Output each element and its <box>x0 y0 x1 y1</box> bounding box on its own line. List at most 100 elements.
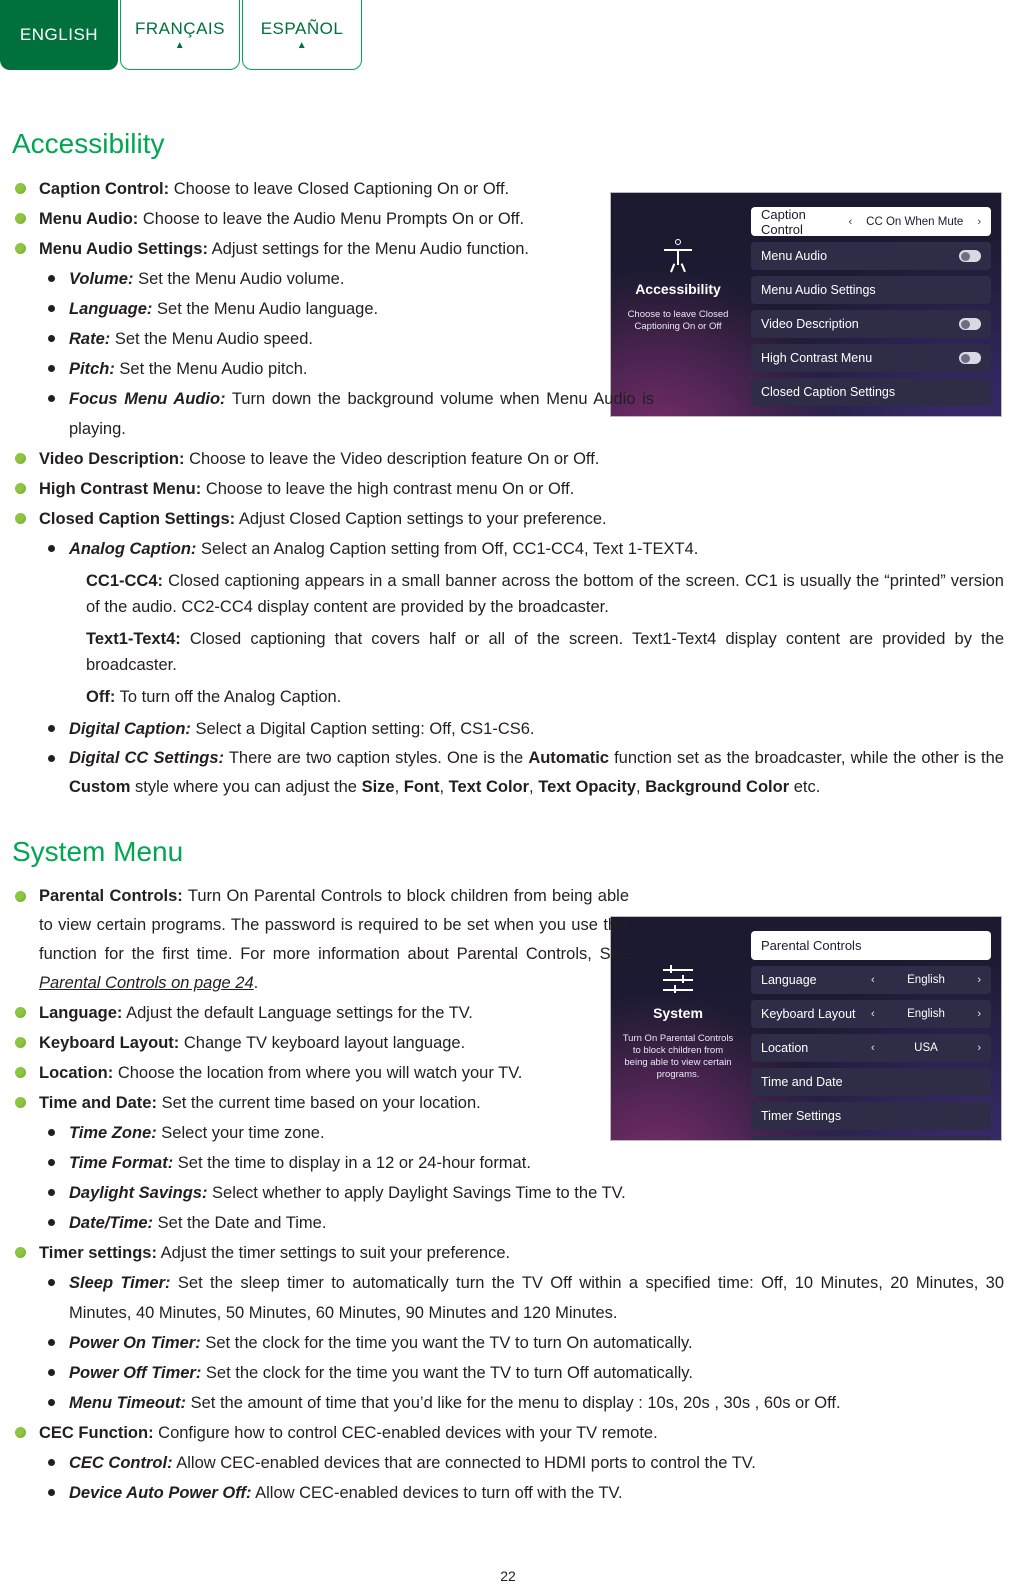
list-item-label: Parental Controls: <box>39 887 183 905</box>
list-item-label: Power On Timer: <box>69 1334 201 1352</box>
bullet-icon <box>48 1279 55 1286</box>
list-item-text: Set the Menu Audio language. <box>152 300 379 318</box>
list-item-label: Time and Date: <box>39 1094 157 1112</box>
list-item-label: Time Zone: <box>69 1124 157 1142</box>
list-item-text: Change TV keyboard layout language. <box>179 1034 466 1052</box>
list-item-text: Adjust settings for the Menu Audio funct… <box>207 240 530 258</box>
list-item-text: Set the Date and Time. <box>153 1214 327 1232</box>
bullet-icon <box>15 1037 26 1048</box>
bullet-icon <box>48 275 55 282</box>
list-item-text: Set the clock for the time you want the … <box>201 1364 693 1382</box>
digital-cc-text-end: etc. <box>789 778 821 796</box>
list-item-time-zone: Time Zone: Select your time zone. <box>12 1118 1004 1148</box>
bullet-icon <box>48 1459 55 1466</box>
chevron-up-icon: ▲ <box>296 40 308 51</box>
list-item-sleep-timer: Sleep Timer: Set the sleep timer to auto… <box>12 1268 1004 1328</box>
list-item-text: Choose to leave Closed Captioning On or … <box>169 180 510 198</box>
definition-text1-text4: Text1-Text4: Closed captioning that cove… <box>12 626 1004 678</box>
list-item-label: CEC Control: <box>69 1454 173 1472</box>
definition-label: Off: <box>86 688 116 706</box>
list-item-high-contrast-menu: High Contrast Menu: Choose to leave the … <box>12 474 1004 504</box>
bullet-icon <box>48 725 55 732</box>
list-item-text: Set the amount of time that you’d like f… <box>186 1394 841 1412</box>
list-item-label: Location: <box>39 1064 114 1082</box>
list-item-text: Adjust Closed Caption settings to your p… <box>235 510 607 528</box>
list-item-time-format: Time Format: Set the time to display in … <box>12 1148 1004 1178</box>
list-item-text: Set the time to display in a 12 or 24-ho… <box>173 1154 531 1172</box>
list-item-text: Select your time zone. <box>156 1124 325 1142</box>
bullet-icon <box>48 1399 55 1406</box>
definition-text: Closed captioning appears in a small ban… <box>86 572 1004 616</box>
list-item-text: Choose to leave the Audio Menu Prompts O… <box>138 210 525 228</box>
list-item-video-description: Video Description: Choose to leave the V… <box>12 444 1004 474</box>
list-item-text: Set the Menu Audio pitch. <box>114 360 308 378</box>
emphasis-text-color: Text Color <box>448 778 530 796</box>
list-item-label: Sleep Timer: <box>69 1274 171 1292</box>
list-item-digital-cc-settings: Digital CC Settings: There are two capti… <box>12 744 1004 802</box>
list-item-text: There are two caption styles. One is the <box>224 749 529 767</box>
page-number: 22 <box>500 1568 516 1584</box>
language-tab-francais-label: FRANÇAIS <box>135 19 225 38</box>
list-item-text: Set the sleep timer to automatically tur… <box>69 1274 1005 1322</box>
list-item-label: CEC Function: <box>39 1424 154 1442</box>
list-item-focus-menu-audio: Focus Menu Audio: Turn down the backgrou… <box>12 384 654 444</box>
digital-cc-sep-3: , <box>529 778 539 796</box>
list-item-text: Select whether to apply Daylight Savings… <box>207 1184 626 1202</box>
bullet-icon <box>48 545 55 552</box>
list-item-label: Menu Timeout: <box>69 1394 187 1412</box>
digital-cc-sep-1: , <box>394 778 404 796</box>
list-item-label: Time Format: <box>69 1154 174 1172</box>
list-item-label: Language: <box>69 300 153 318</box>
list-item-label: Caption Control: <box>39 180 170 198</box>
bullet-icon <box>48 1339 55 1346</box>
bullet-icon <box>15 1097 26 1108</box>
bullet-icon <box>48 305 55 312</box>
definition-label: Text1-Text4: <box>86 630 181 648</box>
list-item-label: Closed Caption Settings: <box>39 510 236 528</box>
list-item-label: Power Off Timer: <box>69 1364 202 1382</box>
list-item-text: Choose to leave the high contrast menu O… <box>201 480 575 498</box>
bullet-icon <box>48 1369 55 1376</box>
bullet-icon <box>48 1219 55 1226</box>
bullet-icon <box>15 1427 26 1438</box>
bullet-icon <box>48 395 55 402</box>
list-item-parental-controls: Parental Controls: Turn On Parental Cont… <box>12 882 629 998</box>
bullet-icon <box>48 1189 55 1196</box>
page-title-system-menu: System Menu <box>12 836 184 867</box>
page-title-accessibility: Accessibility <box>12 128 165 159</box>
list-item-label: Date/Time: <box>69 1214 154 1232</box>
bullet-icon <box>15 1067 26 1078</box>
list-item-label: Daylight Savings: <box>69 1184 208 1202</box>
list-item-label: Volume: <box>69 270 134 288</box>
bullet-icon <box>15 183 26 194</box>
definition-text: To turn off the Analog Caption. <box>115 688 342 706</box>
bullet-icon <box>48 755 55 762</box>
digital-cc-sep-2: , <box>439 778 449 796</box>
definition-off: Off: To turn off the Analog Caption. <box>12 684 1004 710</box>
digital-cc-sep-4: , <box>636 778 646 796</box>
list-item-timer-settings: Timer settings: Adjust the timer setting… <box>12 1238 1004 1268</box>
list-item-text: Allow CEC-enabled devices that are conne… <box>172 1454 756 1472</box>
bullet-icon <box>15 243 26 254</box>
bullet-icon <box>48 1159 55 1166</box>
list-item-keyboard-layout: Keyboard Layout: Change TV keyboard layo… <box>12 1028 1004 1058</box>
list-item-text: Set the clock for the time you want the … <box>200 1334 693 1352</box>
language-tab-english[interactable]: ENGLISH <box>0 0 118 70</box>
emphasis-automatic: Automatic <box>528 749 609 767</box>
cross-reference-link[interactable]: Parental Controls on page 24 <box>39 974 254 992</box>
list-item-analog-caption: Analog Caption: Select an Analog Caption… <box>12 534 1004 564</box>
list-item-label: Digital Caption: <box>69 720 191 738</box>
list-item-label: Analog Caption: <box>69 540 197 558</box>
bullet-icon <box>15 891 26 902</box>
emphasis-text-opacity: Text Opacity <box>538 778 637 796</box>
list-item-text: Set the current time based on your locat… <box>156 1094 481 1112</box>
list-item-label: High Contrast Menu: <box>39 480 202 498</box>
list-item-closed-caption-settings: Closed Caption Settings: Adjust Closed C… <box>12 504 1004 534</box>
list-item-label: Pitch: <box>69 360 115 378</box>
emphasis-custom: Custom <box>69 778 131 796</box>
document-content: Accessibility Caption Control: Choose to… <box>12 128 1004 1508</box>
list-item-label: Timer settings: <box>39 1244 157 1262</box>
language-tab-espanol[interactable]: ESPAÑOL ▲ <box>242 0 362 70</box>
language-tab-francais[interactable]: FRANÇAIS ▲ <box>120 0 240 70</box>
bullet-icon <box>15 513 26 524</box>
